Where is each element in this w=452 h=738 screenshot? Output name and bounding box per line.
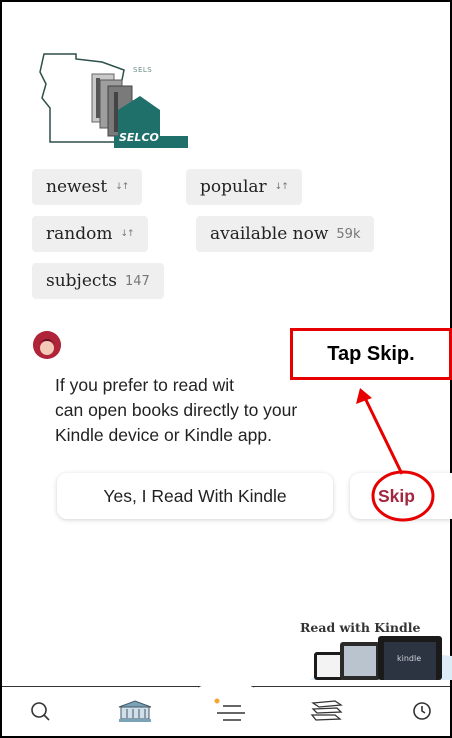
kindle-prompt-message: If you prefer to read wit can open books… (55, 373, 385, 448)
filter-available-now[interactable]: available now 59k (196, 216, 375, 252)
logo-org-text: SELCO (119, 131, 159, 144)
filter-label: available now (210, 224, 329, 244)
nav-library[interactable] (110, 687, 160, 735)
library-building-icon (118, 700, 152, 722)
menu-icon (214, 698, 245, 721)
bottom-nav (2, 686, 450, 736)
sort-arrows-icon: ↓↑ (120, 229, 134, 239)
clock-icon (413, 702, 431, 720)
kindle-devices-image: kindle (310, 636, 452, 680)
annotation-callout: Tap Skip. (290, 328, 452, 380)
books-stack-icon (310, 700, 343, 721)
filter-label: random (46, 224, 113, 244)
filter-random[interactable]: random ↓↑ (32, 216, 148, 252)
read-with-kindle-promo: Read with Kindle (300, 620, 421, 635)
selco-logo (39, 53, 188, 148)
filter-popular[interactable]: popular ↓↑ (186, 169, 302, 205)
filter-label: popular (200, 177, 267, 197)
sort-arrows-icon: ↓↑ (274, 182, 289, 192)
filter-label: subjects (46, 271, 117, 291)
filter-subjects[interactable]: subjects 147 (32, 263, 164, 299)
filter-count: 147 (124, 273, 150, 289)
logo-sels-text: SELS (133, 66, 153, 74)
filter-label: newest (46, 177, 108, 197)
search-icon (31, 702, 50, 721)
filter-newest[interactable]: newest ↓↑ (32, 169, 143, 205)
nav-timeline[interactable] (402, 687, 442, 735)
device-label: kindle (397, 654, 421, 663)
yes-read-with-kindle-button[interactable]: Yes, I Read With Kindle (57, 473, 333, 519)
filter-count: 59k (336, 226, 361, 242)
sort-arrows-icon: ↓↑ (115, 182, 129, 192)
skip-button[interactable]: Skip (350, 473, 452, 519)
nav-search[interactable] (20, 687, 60, 735)
nav-menu[interactable] (206, 687, 256, 735)
prompt-line: Kindle device or Kindle app. (55, 425, 272, 445)
libby-avatar-icon (33, 331, 61, 359)
prompt-line: can open books directly to your (55, 400, 298, 420)
nav-shelf[interactable] (304, 687, 348, 735)
